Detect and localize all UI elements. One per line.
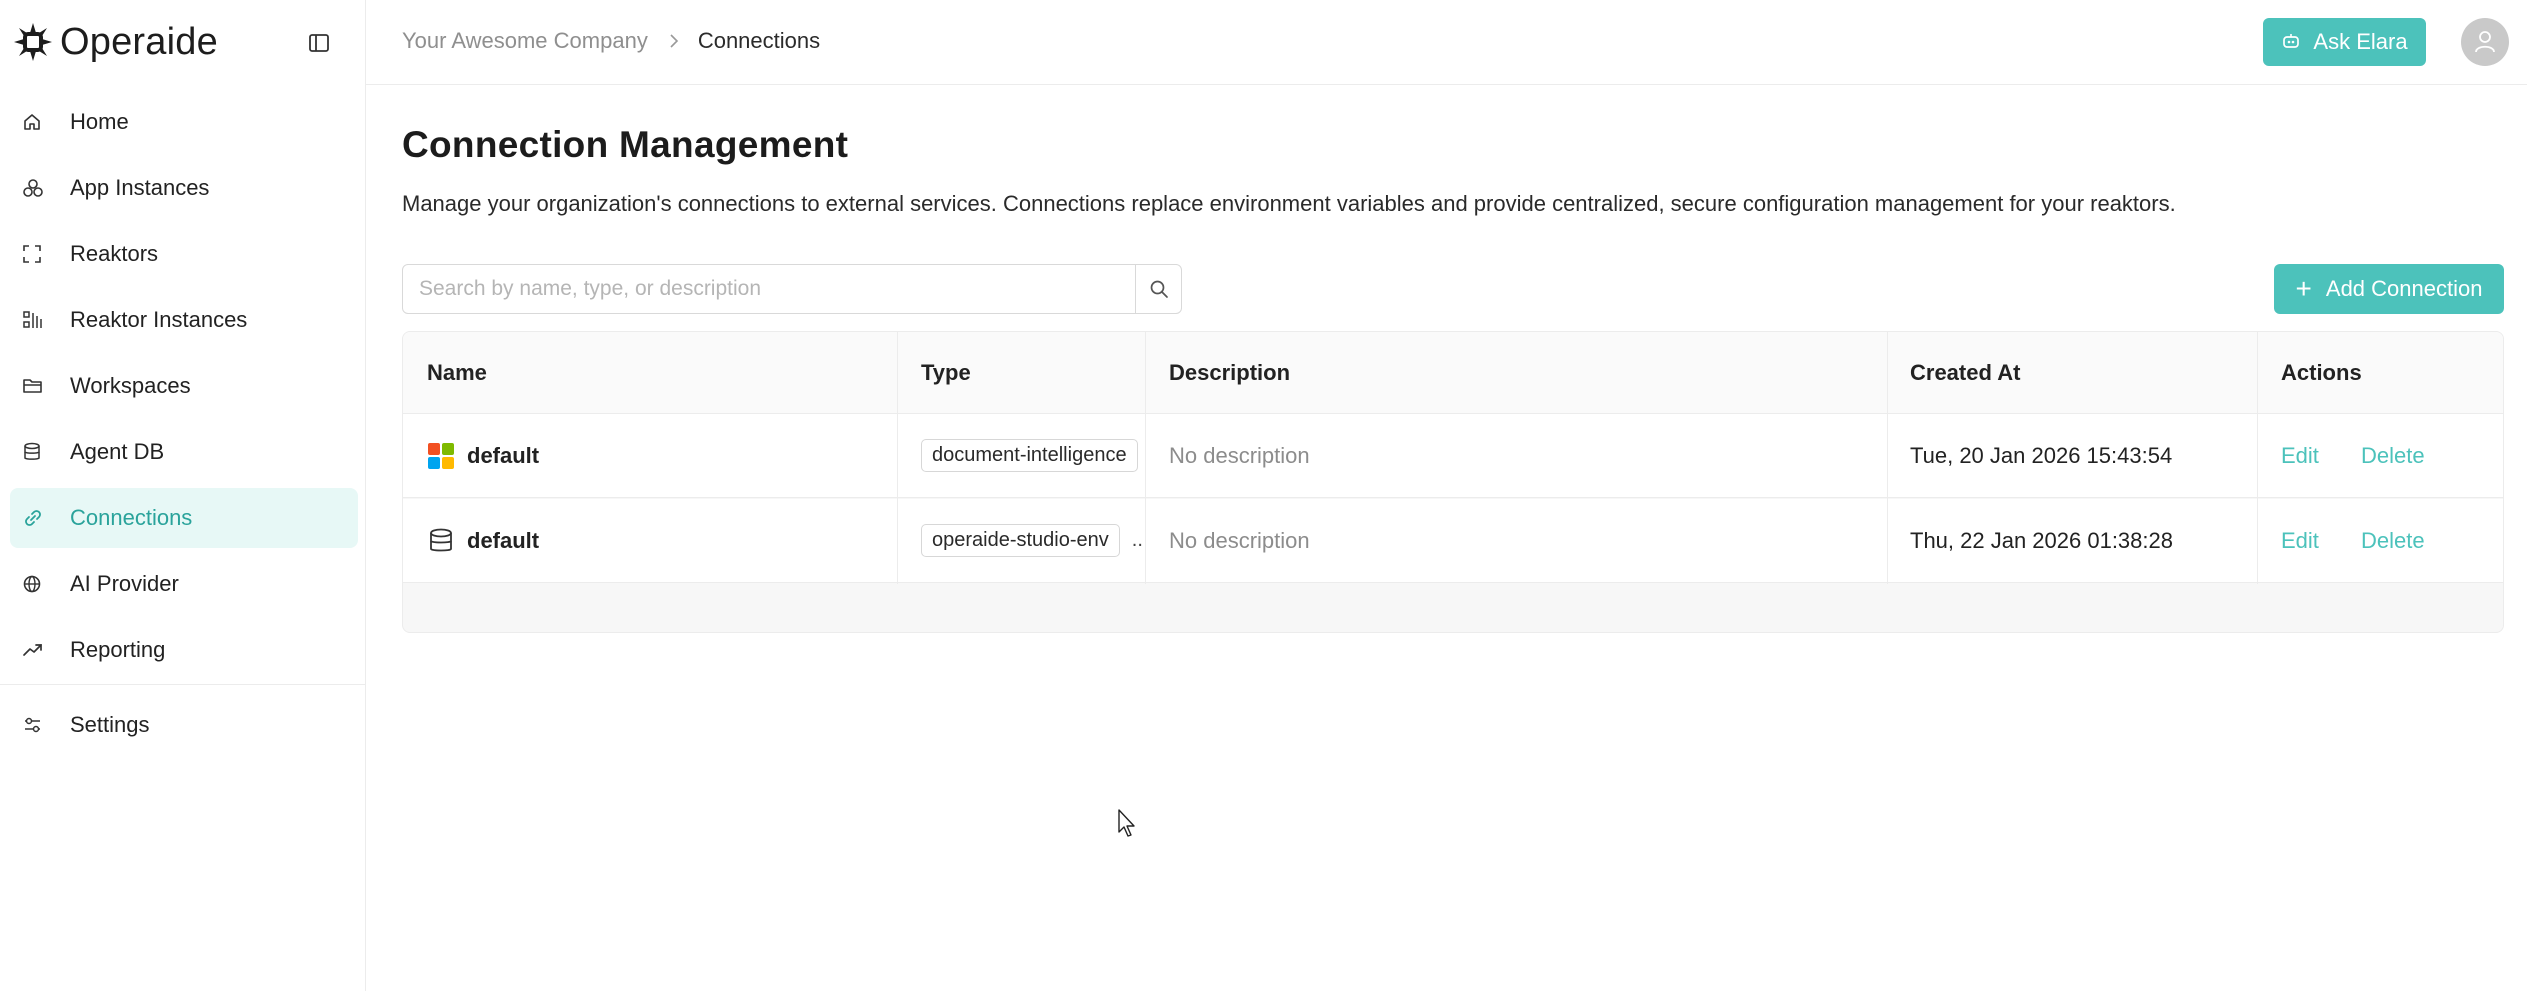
breadcrumb-current: Connections bbox=[697, 28, 821, 53]
edit-link[interactable]: Edit bbox=[2281, 499, 2319, 582]
sliders-icon bbox=[22, 713, 58, 737]
search-input[interactable] bbox=[403, 265, 1135, 313]
brand-logo-link[interactable]: Operaide bbox=[12, 18, 218, 66]
created-at-cell: Thu, 22 Jan 2026 01:38:28 bbox=[1910, 527, 2173, 553]
connection-name: default bbox=[467, 442, 540, 468]
sidebar-item-label: Reaktor Instances bbox=[70, 307, 248, 332]
ask-elara-label: Ask Elara bbox=[2313, 29, 2408, 54]
edit-link[interactable]: Edit bbox=[2281, 414, 2319, 497]
sidebar: Operaide Home App Instances Reaktors Rea… bbox=[0, 0, 366, 991]
bot-icon bbox=[2281, 33, 2301, 51]
breadcrumb: Your Awesome Company Connections bbox=[402, 28, 820, 54]
sidebar-item-label: Connections bbox=[70, 505, 193, 530]
microsoft-logo-icon bbox=[428, 442, 454, 469]
table-header: Name Type Description Created At Actions bbox=[403, 332, 2503, 414]
sidebar-item-app-instances[interactable]: App Instances bbox=[10, 158, 358, 218]
description-cell: No description bbox=[1169, 442, 1310, 468]
sidebar-item-settings[interactable]: Settings bbox=[10, 695, 358, 755]
sidebar-item-label: Workspaces bbox=[70, 373, 191, 398]
column-header-name: Name bbox=[427, 359, 487, 385]
column-header-description: Description bbox=[1169, 359, 1291, 385]
connections-table: Name Type Description Created At Actions… bbox=[402, 331, 2504, 633]
sidebar-item-label: App Instances bbox=[70, 175, 210, 200]
type-cell: document-intelligence bbox=[921, 414, 1138, 497]
top-header: Your Awesome Company Connections Ask Ela… bbox=[366, 0, 2527, 85]
connection-name: default bbox=[467, 527, 540, 553]
search-bar bbox=[402, 264, 1182, 314]
sidebar-item-reaktors[interactable]: Reaktors bbox=[10, 224, 358, 284]
sidebar-item-label: Reporting bbox=[70, 637, 166, 662]
search-icon bbox=[1150, 280, 1168, 298]
type-cell: operaide-studio-env .. bbox=[921, 499, 1143, 582]
more-types-indicator[interactable]: .. bbox=[1132, 529, 1143, 552]
add-connection-button[interactable]: + Add Connection bbox=[2274, 264, 2504, 314]
page-title: Connection Management bbox=[402, 124, 849, 165]
name-cell: default bbox=[427, 414, 539, 497]
brand-name: Operaide bbox=[60, 20, 218, 63]
sidebar-item-label: Agent DB bbox=[70, 439, 165, 464]
column-divider bbox=[897, 332, 898, 584]
search-button[interactable] bbox=[1135, 265, 1181, 313]
page-description: Manage your organization's connections t… bbox=[402, 191, 2176, 216]
globe-icon bbox=[22, 572, 58, 596]
column-header-created-at: Created At bbox=[1910, 359, 2021, 385]
column-header-actions: Actions bbox=[2281, 359, 2362, 385]
name-cell: default bbox=[427, 499, 539, 582]
home-icon bbox=[22, 110, 58, 134]
plus-icon: + bbox=[2295, 273, 2312, 304]
breadcrumb-company-link[interactable]: Your Awesome Company bbox=[402, 28, 648, 54]
link-icon bbox=[22, 506, 58, 530]
delete-link[interactable]: Delete bbox=[2361, 499, 2425, 582]
column-divider bbox=[2257, 332, 2258, 584]
user-avatar[interactable] bbox=[2461, 18, 2509, 66]
sidebar-item-label: Reaktors bbox=[70, 241, 159, 266]
database-icon bbox=[430, 528, 452, 551]
sidebar-item-reaktor-instances[interactable]: Reaktor Instances bbox=[10, 290, 358, 350]
add-connection-label: Add Connection bbox=[2325, 276, 2483, 301]
sidebar-item-workspaces[interactable]: Workspaces bbox=[10, 356, 358, 416]
sidebar-item-connections[interactable]: Connections bbox=[10, 488, 358, 548]
created-at-cell: Tue, 20 Jan 2026 15:43:54 bbox=[1910, 442, 2173, 468]
column-divider bbox=[1887, 332, 1888, 584]
user-icon bbox=[2475, 31, 2495, 53]
sidebar-item-home[interactable]: Home bbox=[10, 92, 358, 152]
sidebar-divider bbox=[0, 684, 366, 685]
sidebar-item-ai-provider[interactable]: AI Provider bbox=[10, 554, 358, 614]
column-header-type: Type bbox=[921, 359, 971, 385]
description-cell: No description bbox=[1169, 527, 1310, 553]
sidebar-item-label: Settings bbox=[70, 712, 150, 737]
folder-icon bbox=[22, 374, 58, 398]
ask-elara-button[interactable]: Ask Elara bbox=[2263, 18, 2426, 66]
delete-link[interactable]: Delete bbox=[2361, 414, 2425, 497]
app-instances-icon bbox=[22, 176, 58, 200]
sidebar-item-agent-db[interactable]: Agent DB bbox=[10, 422, 358, 482]
database-icon bbox=[22, 440, 58, 464]
column-divider bbox=[1145, 332, 1146, 584]
table-row: default document-intelligence No descrip… bbox=[403, 414, 2503, 498]
type-tag: operaide-studio-env bbox=[921, 524, 1120, 557]
trend-icon bbox=[22, 638, 58, 662]
mouse-cursor-icon bbox=[1118, 809, 1135, 837]
table-row: default operaide-studio-env .. No descri… bbox=[403, 499, 2503, 583]
sidebar-toggle-icon bbox=[309, 34, 329, 52]
reaktors-icon bbox=[22, 242, 58, 266]
sidebar-item-reporting[interactable]: Reporting bbox=[10, 620, 358, 680]
sidebar-toggle-button[interactable] bbox=[306, 30, 332, 56]
operaide-logo-icon bbox=[14, 23, 52, 61]
sidebar-item-label: AI Provider bbox=[70, 571, 179, 596]
type-tag: document-intelligence bbox=[921, 439, 1138, 472]
sidebar-item-label: Home bbox=[70, 109, 129, 134]
chevron-right-icon bbox=[668, 33, 680, 49]
reaktor-instances-icon bbox=[22, 308, 58, 332]
